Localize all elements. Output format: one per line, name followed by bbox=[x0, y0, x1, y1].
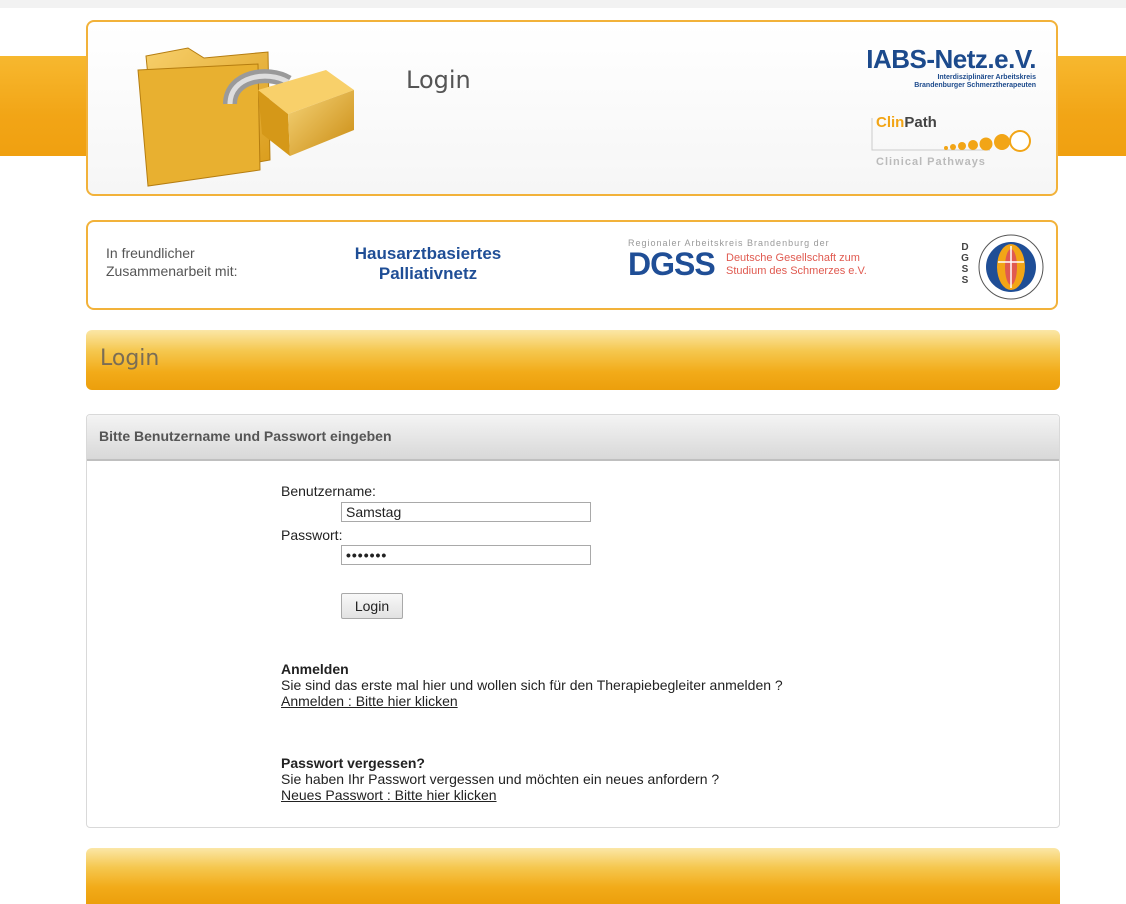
register-section: Anmelden Sie sind das erste mal hier und… bbox=[281, 661, 841, 709]
register-link[interactable]: Anmelden : Bitte hier klicken bbox=[281, 693, 458, 709]
clinpath-wordmark: ClinPath bbox=[876, 114, 937, 131]
iabs-logo-subtitle: Interdisziplinärer Arbeitskreis Brandenb… bbox=[866, 74, 1036, 90]
section-title-bar: Login bbox=[86, 330, 1060, 390]
login-panel-header: Bitte Benutzername und Passwort eingeben bbox=[87, 415, 1059, 461]
forgot-password-section: Passwort vergessen? Sie haben Ihr Passwo… bbox=[281, 755, 841, 803]
username-input[interactable] bbox=[341, 502, 591, 522]
decorative-band-right bbox=[1046, 56, 1126, 156]
hap-logo-line: Palliativnetz bbox=[378, 264, 478, 283]
partner-intro-line: Zusammenarbeit mit: bbox=[106, 263, 238, 279]
dgss-letter: S bbox=[961, 264, 969, 275]
dgss-emblem-icon bbox=[978, 234, 1044, 300]
forgot-password-title: Passwort vergessen? bbox=[281, 755, 425, 771]
clinpath-logo: ClinPath Clinical Pathways bbox=[870, 112, 1034, 176]
password-input[interactable] bbox=[341, 545, 591, 565]
dgss-vertical-letters: D G S S bbox=[960, 242, 970, 286]
login-panel: Bitte Benutzername und Passwort eingeben… bbox=[86, 414, 1060, 828]
dgss-logo-abbr: DGSS bbox=[628, 246, 716, 282]
section-title: Login bbox=[100, 346, 160, 371]
iabs-subtitle-line: Interdisziplinärer Arbeitskreis bbox=[937, 74, 1036, 81]
dgss-letter: D bbox=[961, 242, 969, 253]
decorative-band-left bbox=[0, 56, 90, 156]
dgss-letter: G bbox=[961, 253, 969, 264]
dgss-text-line: Deutsche Gesellschaft zum bbox=[726, 252, 860, 264]
header-banner: Login IABS-Netz.e.V. Interdisziplinärer … bbox=[86, 20, 1058, 196]
clinpath-path: Path bbox=[904, 114, 937, 131]
partner-intro-line: In freundlicher bbox=[106, 245, 195, 261]
hap-logo-line: Hausarztbasiertes bbox=[354, 244, 502, 263]
clinpath-subtitle: Clinical Pathways bbox=[876, 156, 986, 168]
dgss-logo-text: Deutsche Gesellschaft zum Studium des Sc… bbox=[726, 252, 867, 278]
partner-intro: In freundlicher Zusammenarbeit mit: bbox=[106, 244, 276, 280]
top-strip bbox=[0, 0, 1126, 8]
dgss-letter: S bbox=[961, 275, 969, 286]
hausarzt-palliativnetz-logo: Hausarztbasiertes Palliativnetz bbox=[314, 244, 542, 284]
username-label: Benutzername: bbox=[281, 483, 376, 499]
folder-padlock-logo bbox=[137, 47, 354, 187]
iabs-logo-title: IABS-Netz.e.V. bbox=[866, 44, 1036, 74]
dgss-text-line: Studium des Schmerzes e.V. bbox=[726, 265, 867, 277]
password-label: Passwort: bbox=[281, 527, 343, 543]
register-text: Sie sind das erste mal hier und wollen s… bbox=[281, 677, 783, 693]
iabs-subtitle-line: Brandenburger Schmerztherapeuten bbox=[914, 82, 1036, 89]
partner-banner: In freundlicher Zusammenarbeit mit: Haus… bbox=[86, 220, 1058, 310]
register-title: Anmelden bbox=[281, 661, 349, 677]
forgot-password-link[interactable]: Neues Passwort : Bitte hier klicken bbox=[281, 787, 497, 803]
login-button[interactable]: Login bbox=[341, 593, 403, 619]
clinpath-clin: Clin bbox=[876, 114, 905, 131]
forgot-password-text: Sie haben Ihr Passwort vergessen und möc… bbox=[281, 771, 720, 787]
page-title: Login bbox=[406, 66, 471, 94]
login-panel-title: Bitte Benutzername und Passwort eingeben bbox=[99, 428, 392, 444]
footer-bar bbox=[86, 848, 1060, 904]
